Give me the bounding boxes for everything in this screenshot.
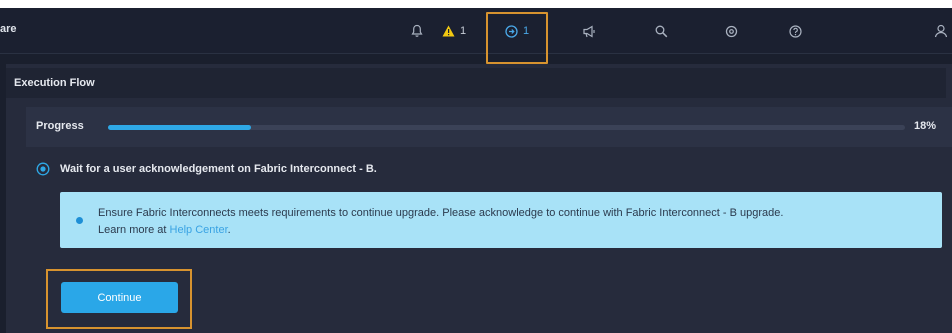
progress-label: Progress (36, 120, 84, 132)
progress-bar-fill (108, 125, 252, 130)
requests-icon (505, 24, 518, 38)
learn-more-suffix: . (227, 224, 231, 236)
user-icon (934, 24, 948, 38)
app-window: are 1 1 Execution Flow Progress 18% Wait… (0, 8, 952, 333)
notifications-button[interactable] (402, 8, 432, 54)
learn-more-prefix: Learn more at (98, 224, 170, 236)
settings-button[interactable] (716, 8, 746, 54)
help-center-link[interactable]: Help Center (170, 224, 228, 236)
requests-count: 1 (522, 25, 530, 37)
alarms-button[interactable]: 1 (434, 8, 474, 54)
info-message-text: Ensure Fabric Interconnects meets requir… (98, 207, 784, 219)
alarms-count: 1 (459, 25, 467, 37)
info-dot-icon (76, 217, 83, 224)
help-button[interactable] (780, 8, 810, 54)
current-step: Wait for a user acknowledgement on Fabri… (36, 160, 377, 178)
info-banner: Ensure Fabric Interconnects meets requir… (60, 192, 942, 248)
top-navigation-bar: are 1 1 (0, 8, 952, 54)
execution-flow-title: Execution Flow (14, 77, 95, 89)
continue-button[interactable]: Continue (61, 282, 178, 313)
search-button[interactable] (646, 8, 676, 54)
info-message: Ensure Fabric Interconnects meets requir… (98, 205, 928, 239)
brand-name: are (0, 23, 17, 35)
user-menu-button[interactable] (930, 8, 952, 54)
megaphone-icon (582, 24, 596, 38)
execution-flow-header (6, 68, 946, 98)
help-icon (788, 24, 802, 38)
progress-bar (108, 125, 905, 130)
bell-icon (411, 24, 423, 38)
warning-icon (442, 25, 455, 37)
requests-button[interactable]: 1 (492, 8, 542, 54)
step-in-progress-icon (36, 162, 50, 176)
step-description: Wait for a user acknowledgement on Fabri… (60, 163, 377, 175)
announcements-button[interactable] (574, 8, 604, 54)
search-icon (655, 25, 668, 38)
settings-icon (725, 25, 738, 38)
progress-percent: 18% (914, 120, 937, 132)
